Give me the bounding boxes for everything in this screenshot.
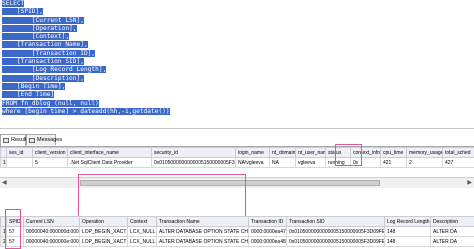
table-cell[interactable]: NA [270,158,296,168]
column-header[interactable]: Context [128,217,157,227]
table-cell[interactable]: 148 [385,237,431,247]
table-cell[interactable] [7,158,33,168]
sql-line-text: [Context], [2,33,69,40]
sql-line-text: FROM fn_dblog (null, null) [2,100,99,107]
table-cell[interactable]: ALTER DATABASE OPTION STATE CHAN [157,227,249,237]
table-cell[interactable]: LCX_NULL [128,227,157,237]
sql-line[interactable]: [Context], [2,33,170,41]
sql-line-text: [SPID], [2,8,43,15]
log-results-grid[interactable]: SPIDCurrent LSNOperationContextTransacti… [0,216,474,247]
column-header[interactable]: cpu_time [381,148,407,158]
column-header[interactable]: Transaction ID [249,217,287,227]
column-header[interactable]: Current LSN [24,217,80,227]
sql-line-text: where [begin time] > dateadd(hh,-1,getda… [2,108,170,115]
sql-line-text: [Transaction ID], [2,50,95,57]
table-cell[interactable]: NA\vgleeva [236,158,270,168]
results-tab-strip: Results Messages [0,134,474,147]
table-cell[interactable]: 0x0105000000000005150000005F3D09FE... [152,158,236,168]
column-header[interactable]: total_sched [443,148,474,158]
column-header[interactable]: memory_usage [407,148,443,158]
column-header[interactable]: client_interface_name [68,148,152,158]
sql-line[interactable]: [Transaction Name], [2,41,170,49]
table-row[interactable]: 15700000040:000000d:0001LOP_BEGIN_XACTLC… [1,227,474,237]
grid-header-row: ses_idclient_versionclient_interface_nam… [1,148,474,158]
sql-line[interactable]: [Transaction SID], [2,58,170,66]
column-header[interactable]: nt_domain [270,148,296,158]
grid-icon [3,138,9,143]
sql-line-text: [Transaction SID], [2,58,84,65]
sql-line[interactable]: [SPID], [2,8,170,16]
table-cell[interactable]: 0x0105000000000005150000005F3D09FE9032AC… [287,227,385,237]
table-cell[interactable]: 0000:0000ea48 [249,237,287,247]
sql-line[interactable]: [Description], [2,75,170,83]
grid-header-row: SPIDCurrent LSNOperationContextTransacti… [1,217,474,227]
table-cell[interactable]: 0000:0000ea47 [249,227,287,237]
sql-query-text[interactable]: SELECT [SPID], [Current LSN], [Operation… [2,0,170,116]
sql-line[interactable]: [Operation], [2,25,170,33]
sql-line[interactable]: [Transaction ID], [2,50,170,58]
table-cell[interactable]: 148 [385,227,431,237]
table-cell[interactable]: vgleeva [296,158,326,168]
tab-messages[interactable]: Messages [26,134,56,145]
sql-line[interactable]: [Begin Time], [2,83,170,91]
table-cell[interactable]: ALTER DATABASE OPTION STATE CHAN [157,237,249,247]
column-header[interactable]: client_version [33,148,68,158]
column-header[interactable]: Description [431,217,474,227]
column-header[interactable]: Transaction Name [157,217,249,227]
sql-line-text: [Current LSN], [2,17,84,24]
table-row[interactable]: 25700000040:000000e:0001LOP_BEGIN_XACTLC… [1,237,474,247]
table-cell[interactable]: 00000040:000000d:0001 [24,227,80,237]
sessions-results-grid[interactable]: ses_idclient_versionclient_interface_nam… [0,147,474,168]
status-column-highlight [335,144,362,166]
table-cell[interactable]: LOP_BEGIN_XACT [80,237,128,247]
scroll-left-icon[interactable]: ◀ [2,179,7,186]
column-header[interactable]: security_id [152,148,236,158]
spid-column-highlight [5,209,21,249]
sql-line-text: SELECT [2,0,24,7]
sql-line[interactable]: SELECT [2,0,170,8]
table-cell[interactable]: 0x0105000000000005150000005F3D09FE9032AC… [287,237,385,247]
sql-line[interactable]: [Log Record Length], [2,66,170,74]
table-cell[interactable]: 427 [443,158,474,168]
table-cell[interactable]: 2 [407,158,443,168]
table-cell[interactable]: ALTER DA [431,227,474,237]
sql-line[interactable]: [Current LSN], [2,17,170,25]
tab-results[interactable]: Results [0,134,26,146]
table-cell[interactable]: LCX_NULL [128,237,157,247]
table-row[interactable]: 15.Net SqlClient Data Provider0x01050000… [1,158,474,168]
column-header[interactable]: login_name [236,148,270,158]
sql-line[interactable]: [End Time] [2,91,170,99]
sql-line[interactable]: FROM fn_dblog (null, null) [2,100,170,108]
sql-line-text: [Operation], [2,25,77,32]
table-cell[interactable]: 421 [381,158,407,168]
table-cell[interactable]: LOP_BEGIN_XACT [80,227,128,237]
table-cell[interactable]: .Net SqlClient Data Provider [68,158,152,168]
table-cell[interactable]: ALTER DA [431,237,474,247]
column-header[interactable]: Log Record Length [385,217,431,227]
sql-line-text: [Description], [2,75,84,82]
sql-line-text: [Begin Time], [2,83,65,90]
table-cell[interactable]: 00000040:000000e:0001 [24,237,80,247]
sql-line-text: [End Time] [2,91,54,98]
table-cell[interactable]: 5 [33,158,68,168]
column-header[interactable]: ses_id [7,148,33,158]
sql-line[interactable]: where [begin time] > dateadd(hh,-1,getda… [2,108,170,116]
sql-line-text: [Transaction Name], [2,41,88,48]
column-header[interactable]: Transaction SID [287,217,385,227]
message-icon [29,138,35,143]
column-header[interactable]: nt_user_name [296,148,326,158]
sql-editor[interactable]: SELECT [SPID], [Current LSN], [Operation… [0,0,474,128]
sql-line-text: [Log Record Length], [2,66,106,73]
column-header[interactable]: Operation [80,217,128,227]
results-pane: Results Messages ses_idclient_versioncli… [0,128,474,249]
scroll-right-icon[interactable]: ▶ [467,179,472,186]
operation-area-highlight [78,174,246,219]
